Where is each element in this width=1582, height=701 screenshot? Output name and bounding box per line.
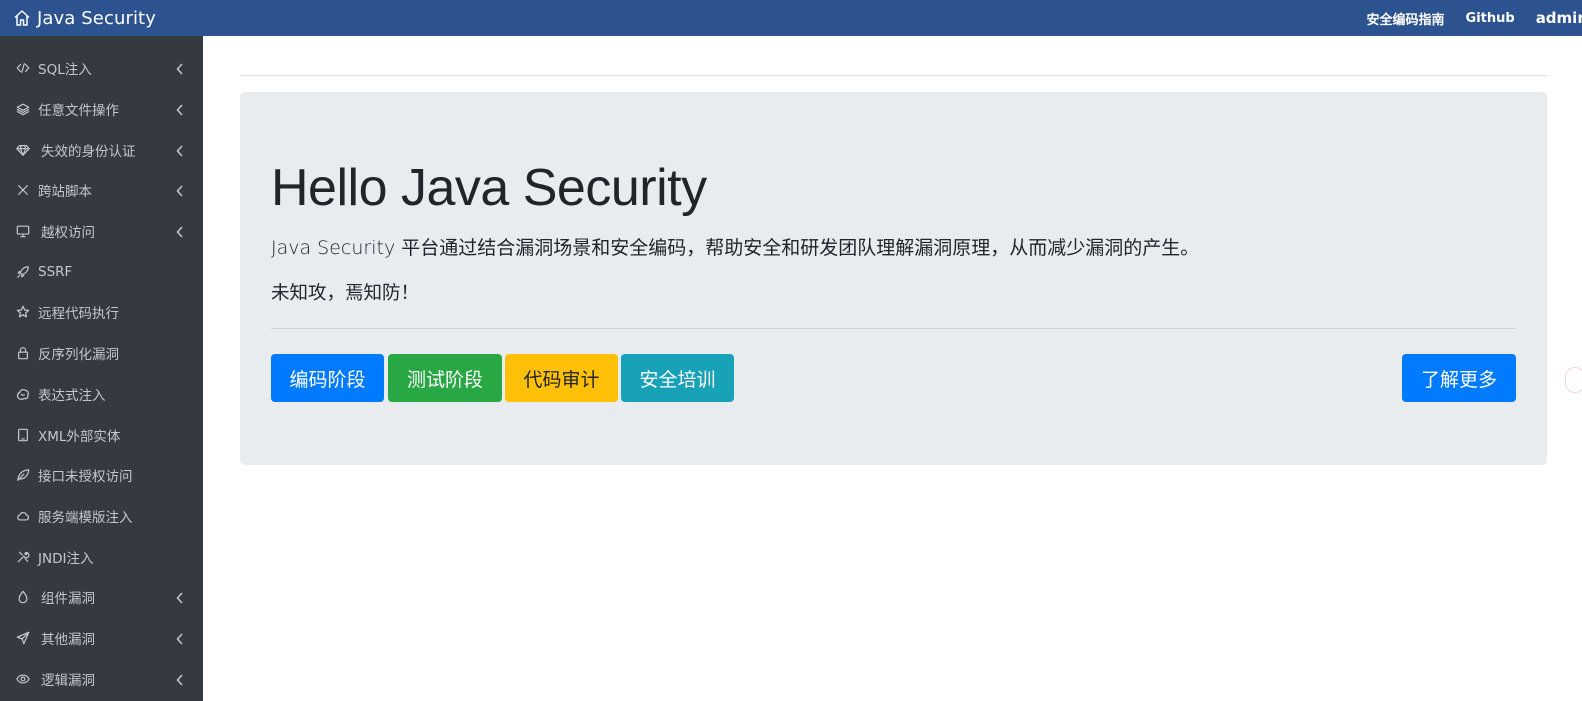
- sidebar-item-api-unauthorized[interactable]: 接口未授权访问: [0, 455, 203, 496]
- sidebar-item-other-vulns[interactable]: 其他漏洞: [0, 618, 203, 659]
- sidebar-item-label: 组件漏洞: [41, 591, 95, 608]
- chevron-left-icon: [175, 672, 185, 686]
- chevron-left-icon: [175, 61, 185, 75]
- sidebar-item-xxe[interactable]: XML外部实体: [0, 414, 203, 455]
- sidebar-item-jndi-injection[interactable]: JNDI注入: [0, 536, 203, 577]
- sidebar-item-label: 反序列化漏洞: [38, 347, 119, 364]
- hero-jumbotron: Hello Java Security Java Security 平台通过结合…: [240, 92, 1547, 465]
- nav-link-secure-coding-guide[interactable]: 安全编码指南: [1367, 9, 1445, 28]
- monitor-icon: [15, 223, 31, 239]
- sidebar-item-label: 跨站脚本: [38, 184, 92, 201]
- sidebar-item-label: 其他漏洞: [41, 631, 95, 648]
- learn-more-button[interactable]: 了解更多: [1402, 354, 1516, 402]
- sidebar-item-ssti[interactable]: 服务端模版注入: [0, 496, 203, 537]
- x-icon: [15, 182, 31, 198]
- top-nav-links: 安全编码指南 Github admin: [1346, 0, 1582, 36]
- chevron-left-icon: [175, 590, 185, 604]
- puzzle-icon: [15, 386, 31, 402]
- sidebar-item-deserialization[interactable]: 反序列化漏洞: [0, 333, 203, 374]
- layers-icon: [15, 101, 31, 117]
- sidebar-item-label: XML外部实体: [38, 428, 121, 445]
- chevron-left-icon: [175, 143, 185, 157]
- star-icon: [15, 304, 31, 320]
- cloud-icon: [15, 508, 31, 524]
- tools-icon: [15, 549, 31, 565]
- chevron-left-icon: [175, 183, 185, 197]
- hero-lead-text: Java Security 平台通过结合漏洞场景和安全编码，帮助安全和研发团队理…: [271, 237, 1200, 259]
- floating-widget-edge[interactable]: [1565, 367, 1582, 393]
- coding-phase-button[interactable]: 编码阶段: [271, 354, 384, 402]
- nav-link-github[interactable]: Github: [1466, 11, 1515, 26]
- brand-title: Java Security: [37, 7, 156, 29]
- sidebar-item-rce[interactable]: 远程代码执行: [0, 292, 203, 333]
- chevron-left-icon: [175, 224, 185, 238]
- sidebar-item-broken-auth[interactable]: 失效的身份认证: [0, 129, 203, 170]
- leaf-icon: [15, 467, 31, 483]
- eye-icon: [15, 671, 31, 687]
- nav-user-menu[interactable]: admin: [1536, 9, 1582, 27]
- sidebar-item-label: 任意文件操作: [38, 103, 119, 120]
- code-icon: [15, 60, 31, 76]
- security-training-button[interactable]: 安全培训: [621, 354, 734, 402]
- testing-phase-button[interactable]: 测试阶段: [388, 354, 502, 402]
- sidebar-item-label: 服务端模版注入: [38, 509, 133, 526]
- content-divider: [240, 75, 1547, 76]
- rocket-icon: [15, 264, 31, 280]
- chevron-left-icon: [175, 631, 185, 645]
- sidebar-item-label: JNDI注入: [38, 550, 94, 567]
- hero-motto: 未知攻，焉知防！: [271, 283, 420, 304]
- droplet-icon: [15, 589, 31, 605]
- code-audit-button[interactable]: 代码审计: [505, 354, 618, 402]
- brand-link[interactable]: Java Security: [12, 0, 156, 36]
- sidebar-item-label: SSRF: [38, 263, 73, 280]
- send-icon: [15, 630, 31, 646]
- sidebar-item-label: SQL注入: [38, 62, 92, 79]
- sidebar-item-label: 接口未授权访问: [38, 469, 133, 486]
- sidebar-item-ssrf[interactable]: SSRF: [0, 251, 203, 292]
- sidebar-item-label: 失效的身份认证: [41, 143, 136, 160]
- sidebar-item-xss[interactable]: 跨站脚本: [0, 170, 203, 211]
- sidebar-item-label: 远程代码执行: [38, 306, 119, 323]
- sidebar-item-component-vulns[interactable]: 组件漏洞: [0, 577, 203, 618]
- top-navbar: Java Security 安全编码指南 Github admin: [0, 0, 1582, 36]
- sidebar: SQL注入 任意文件操作 失效的身份认证 跨站脚本 越权访问 SSRF 远程代码…: [0, 36, 203, 701]
- sidebar-item-file-operation[interactable]: 任意文件操作: [0, 89, 203, 130]
- sidebar-item-expression-injection[interactable]: 表达式注入: [0, 374, 203, 415]
- sidebar-item-label: 越权访问: [41, 225, 95, 242]
- sidebar-item-logic-vulns[interactable]: 逻辑漏洞: [0, 658, 203, 699]
- hero-divider: [271, 328, 1516, 329]
- sidebar-item-unauthorized-access[interactable]: 越权访问: [0, 211, 203, 252]
- diamond-icon: [15, 142, 31, 158]
- tablet-icon: [15, 427, 31, 443]
- sidebar-item-label: 表达式注入: [38, 387, 106, 404]
- lock-icon: [15, 345, 31, 361]
- chevron-left-icon: [175, 102, 185, 116]
- home-icon: [14, 10, 30, 26]
- sidebar-item-sql-injection[interactable]: SQL注入: [0, 48, 203, 89]
- sidebar-item-label: 逻辑漏洞: [41, 672, 95, 689]
- hero-title: Hello Java Security: [271, 159, 707, 217]
